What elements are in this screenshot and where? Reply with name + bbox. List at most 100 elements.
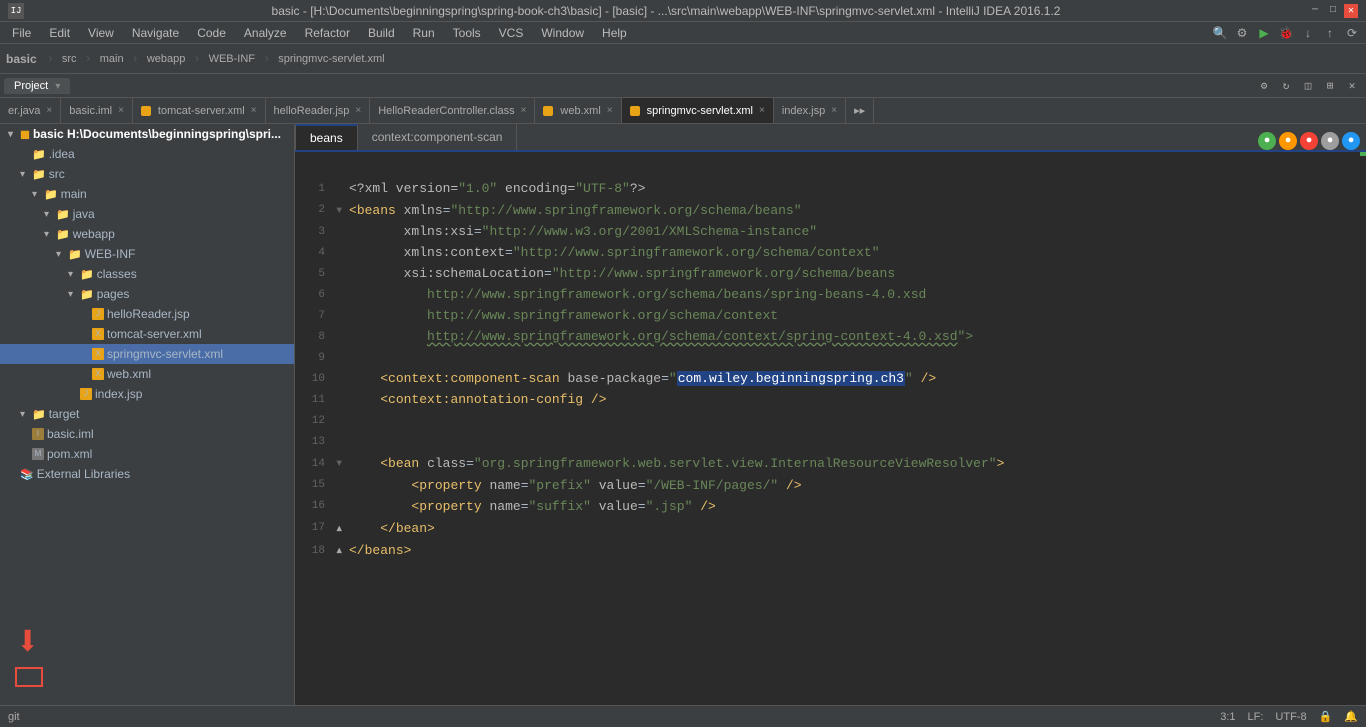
tree-java-icon: 📁 xyxy=(56,208,70,221)
code-content[interactable]: 1 <?xml version="1.0" encoding="UTF-8"?>… xyxy=(295,152,1366,569)
minimize-button[interactable]: ─ xyxy=(1308,4,1322,18)
fold-18[interactable]: ▴ xyxy=(335,540,349,562)
tree-ext-icon: 📚 xyxy=(20,468,34,481)
file-tab-basic-iml[interactable]: basic.iml × xyxy=(61,98,133,123)
project-expand-icon[interactable]: ⊞ xyxy=(1320,76,1340,96)
file-tab-index-jsp[interactable]: index.jsp × xyxy=(774,98,846,123)
close-helloreadercontroller-icon[interactable]: × xyxy=(521,105,527,116)
tree-pages-icon: 📁 xyxy=(80,288,94,301)
file-tab-web-xml[interactable]: web.xml × xyxy=(535,98,621,123)
file-tab-er-java[interactable]: er.java × xyxy=(0,98,61,123)
menu-file[interactable]: File xyxy=(4,24,39,42)
breadcrumb-webapp[interactable]: webapp xyxy=(147,53,186,65)
file-tab-helloreader-jsp[interactable]: helloReader.jsp × xyxy=(266,98,371,123)
tree-springmvc-servlet[interactable]: X springmvc-servlet.xml xyxy=(0,344,294,364)
menu-tools[interactable]: Tools xyxy=(445,24,489,42)
close-tomcat-server-icon[interactable]: × xyxy=(251,105,257,116)
tree-main-arrow: ▾ xyxy=(32,189,44,200)
menu-help[interactable]: Help xyxy=(594,24,635,42)
breadcrumb-webinf[interactable]: WEB-INF xyxy=(209,53,255,65)
encoding: UTF-8 xyxy=(1275,711,1306,723)
tree-external-libraries[interactable]: 📚 External Libraries xyxy=(0,464,294,484)
file-tab-springmvc-servlet[interactable]: springmvc-servlet.xml × xyxy=(622,98,774,123)
project-collapse-icon[interactable]: ◫ xyxy=(1298,76,1318,96)
tree-classes[interactable]: ▾ 📁 classes xyxy=(0,264,294,284)
project-tab-bar: Project ▾ ⚙ ↻ ◫ ⊞ ✕ xyxy=(0,74,1366,98)
tree-pom-xml[interactable]: M pom.xml xyxy=(0,444,294,464)
tree-main[interactable]: ▾ 📁 main xyxy=(0,184,294,204)
vcs-history-button[interactable]: ⟳ xyxy=(1342,23,1362,43)
tree-src[interactable]: ▾ 📁 src xyxy=(0,164,294,184)
tree-webapp[interactable]: ▾ 📁 webapp xyxy=(0,224,294,244)
tree-tomcat-server[interactable]: X tomcat-server.xml xyxy=(0,324,294,344)
close-er-java-icon[interactable]: × xyxy=(46,105,52,116)
code-line-6: 6 http://www.springframework.org/schema/… xyxy=(305,285,1366,306)
breadcrumb-file[interactable]: springmvc-servlet.xml xyxy=(278,53,384,65)
code-tab-beans-label: beans xyxy=(310,131,343,145)
close-web-xml-icon[interactable]: × xyxy=(607,105,613,116)
breadcrumb-src[interactable]: src xyxy=(62,53,77,65)
menu-navigate[interactable]: Navigate xyxy=(124,24,187,42)
file-tab-helloreader-label: helloReader.jsp xyxy=(274,105,350,117)
maximize-button[interactable]: □ xyxy=(1326,4,1340,18)
line-num-12: 12 xyxy=(305,413,335,431)
run-button[interactable]: ▶ xyxy=(1254,23,1274,43)
fold-17[interactable]: ▴ xyxy=(335,518,349,540)
settings-button[interactable]: ⚙ xyxy=(1232,23,1252,43)
code-tab-beans[interactable]: beans xyxy=(295,124,358,150)
title-bar: IJ basic - [H:\Documents\beginningspring… xyxy=(0,0,1366,22)
close-helloreader-icon[interactable]: × xyxy=(355,105,361,116)
close-button[interactable]: ✕ xyxy=(1344,4,1358,18)
tree-root[interactable]: ▾ ◼ basic H:\Documents\beginningspring\s… xyxy=(0,124,294,144)
file-tab-more-label: ▸▸ xyxy=(854,104,865,117)
file-tab-helloreadercontroller[interactable]: HelloReaderController.class × xyxy=(370,98,535,123)
tree-helloreader-jsp[interactable]: J helloReader.jsp xyxy=(0,304,294,324)
tree-basic-iml[interactable]: I basic.iml xyxy=(0,424,294,444)
tree-webinf[interactable]: ▾ 📁 WEB-INF xyxy=(0,244,294,264)
tree-pages[interactable]: ▾ 📁 pages xyxy=(0,284,294,304)
search-everywhere-button[interactable]: 🔍 xyxy=(1210,23,1230,43)
window-title: basic - [H:\Documents\beginningspring\sp… xyxy=(24,4,1308,18)
menu-bar: File Edit View Navigate Code Analyze Ref… xyxy=(0,22,1366,44)
file-tab-more[interactable]: ▸▸ xyxy=(846,98,874,123)
fold-2[interactable]: ▾ xyxy=(335,200,349,222)
menu-run[interactable]: Run xyxy=(405,24,443,42)
menu-edit[interactable]: Edit xyxy=(41,24,78,42)
menu-view[interactable]: View xyxy=(80,24,122,42)
tree-web-xml[interactable]: X web.xml xyxy=(0,364,294,384)
project-tab[interactable]: Project ▾ xyxy=(4,78,70,94)
line-num-9: 9 xyxy=(305,350,335,368)
tree-java-label: java xyxy=(73,207,95,221)
menu-build[interactable]: Build xyxy=(360,24,403,42)
menu-code[interactable]: Code xyxy=(189,24,234,42)
breadcrumb-main[interactable]: main xyxy=(100,53,124,65)
debug-button[interactable]: 🐞 xyxy=(1276,23,1296,43)
status-icon-blue: ● xyxy=(1342,132,1360,150)
menu-vcs[interactable]: VCS xyxy=(491,24,532,42)
code-line-18: 18 ▴ </beans> xyxy=(305,540,1366,562)
project-settings-icon[interactable]: ⚙ xyxy=(1254,76,1274,96)
code-editor[interactable]: beans context:component-scan ● ● ● ● ● xyxy=(295,124,1366,705)
tree-index-jsp[interactable]: J index.jsp xyxy=(0,384,294,404)
fold-14[interactable]: ▾ xyxy=(335,453,349,475)
close-springmvc-servlet-icon[interactable]: × xyxy=(759,105,765,116)
menu-analyze[interactable]: Analyze xyxy=(236,24,295,42)
code-text-6: http://www.springframework.org/schema/be… xyxy=(349,285,926,306)
tree-java[interactable]: ▾ 📁 java xyxy=(0,204,294,224)
code-text-15: <property name="prefix" value="/WEB-INF/… xyxy=(349,476,802,497)
file-tab-tomcat-server[interactable]: tomcat-server.xml × xyxy=(133,98,266,123)
project-close-icon[interactable]: ✕ xyxy=(1342,76,1362,96)
tree-idea[interactable]: 📁 .idea xyxy=(0,144,294,164)
vcs-push-button[interactable]: ↑ xyxy=(1320,23,1340,43)
menu-refactor[interactable]: Refactor xyxy=(297,24,358,42)
vcs-update-button[interactable]: ↓ xyxy=(1298,23,1318,43)
tree-target[interactable]: ▾ 📁 target xyxy=(0,404,294,424)
code-line-14: 14 ▾ <bean class="org.springframework.we… xyxy=(305,453,1366,475)
menu-window[interactable]: Window xyxy=(533,24,592,42)
close-index-icon[interactable]: × xyxy=(831,105,837,116)
close-basic-iml-icon[interactable]: × xyxy=(118,105,124,116)
line-num-7: 7 xyxy=(305,308,335,326)
line-num-13: 13 xyxy=(305,434,335,452)
project-sync-icon[interactable]: ↻ xyxy=(1276,76,1296,96)
code-tab-component-scan[interactable]: context:component-scan xyxy=(358,124,518,150)
